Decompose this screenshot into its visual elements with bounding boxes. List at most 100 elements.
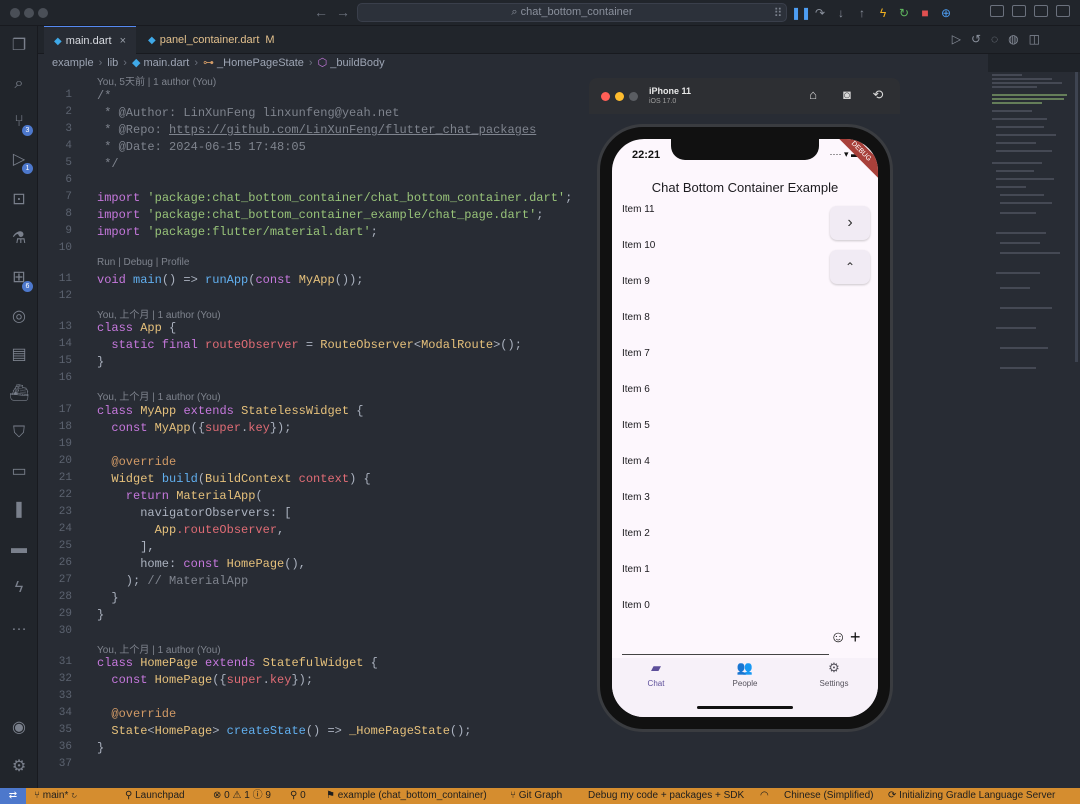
compare-icon[interactable]: ◍ xyxy=(1008,32,1018,46)
back-arrow-icon[interactable]: ← xyxy=(314,4,328,20)
status-bar: ⇄ ⑂ main* ↻ ⚲ Launchpad ⊗ 0 ⚠ 1 ⓘ 9 ⚲ 0 … xyxy=(0,788,1080,804)
dart-file-icon: ◆ xyxy=(54,36,62,47)
code-line: class App { xyxy=(97,321,177,335)
add-icon[interactable]: + xyxy=(850,627,861,648)
home-icon[interactable]: ⌂ xyxy=(805,87,821,103)
stop-icon[interactable]: ■ xyxy=(917,5,933,21)
rotate-icon[interactable]: ⟲ xyxy=(870,87,886,103)
editor-actions: ▷ ↺ ◌ ◍ ◫ xyxy=(952,32,1040,46)
close-icon[interactable]: × xyxy=(120,35,126,47)
list-item[interactable]: Item 0 xyxy=(622,600,650,611)
tab-main-dart[interactable]: ◆ main.dart × xyxy=(44,26,136,54)
debug-mode-button[interactable]: Debug my code + packages + SDK xyxy=(588,788,744,804)
message-input[interactable] xyxy=(622,654,829,655)
codelens-blame[interactable]: You, 上个月 | 1 author (You) xyxy=(97,641,221,656)
branch-indicator[interactable]: ⑂ main* ↻ xyxy=(34,788,77,804)
step-over-icon[interactable]: ↷ xyxy=(812,5,828,21)
codelens-blame[interactable]: You, 上个月 | 1 author (You) xyxy=(97,388,221,403)
list-item[interactable]: Item 4 xyxy=(622,456,650,467)
chat-icon: ▰ xyxy=(651,660,661,675)
restart-icon[interactable]: ↻ xyxy=(896,5,912,21)
list-item[interactable]: Item 11 xyxy=(622,204,655,215)
code-line: */ xyxy=(97,157,119,171)
dart-file-icon: ◆ xyxy=(148,35,156,46)
testing-icon[interactable]: ⚗ xyxy=(9,229,29,249)
search-icon[interactable]: ⌕ xyxy=(9,74,29,94)
bookmark-icon[interactable]: ❚ xyxy=(9,500,29,520)
customize-layout-icon[interactable] xyxy=(1056,5,1070,17)
codelens-blame[interactable]: You, 5天前 | 1 author (You) xyxy=(97,73,216,88)
gitlab-icon[interactable]: ⛉ xyxy=(9,423,29,443)
gear-icon[interactable]: ⚙ xyxy=(9,757,29,777)
code-line: Widget build(BuildContext context) { xyxy=(97,472,371,486)
window-close-button[interactable] xyxy=(10,8,20,18)
language-indicator[interactable]: Chinese (Simplified) xyxy=(784,788,873,804)
toggle-secondary-sidebar-icon[interactable] xyxy=(1034,5,1048,17)
nav-item-people[interactable]: 👥 People xyxy=(701,658,789,688)
book-icon[interactable]: ▤ xyxy=(9,345,29,365)
emoji-icon[interactable]: ☺ xyxy=(830,629,846,647)
problems-indicator[interactable]: ⊗ 0 ⚠ 1 ⓘ 9 xyxy=(213,788,271,804)
list-item[interactable]: Item 1 xyxy=(622,564,650,575)
screenshot-icon[interactable]: ◙ xyxy=(839,87,855,103)
forward-arrow-icon[interactable]: → xyxy=(336,4,350,20)
window-icon[interactable]: ▭ xyxy=(9,462,29,482)
docker-icon[interactable]: ⛴ xyxy=(9,384,29,404)
launchpad-button[interactable]: ⚲ Launchpad xyxy=(125,788,185,804)
code-line: @override xyxy=(97,455,177,469)
codelens-run-debug[interactable]: Run | Debug | Profile xyxy=(97,257,189,268)
list-item[interactable]: Item 6 xyxy=(622,384,650,395)
inspect-icon[interactable]: ⊕ xyxy=(938,5,954,21)
debug-console-icon[interactable]: ◎ xyxy=(9,307,29,327)
sim-minimize-button[interactable] xyxy=(615,92,624,101)
hot-reload-icon[interactable]: ϟ xyxy=(875,5,891,21)
ports-indicator[interactable]: ⚲ 0 xyxy=(290,788,306,804)
code-line: App.routeObserver, xyxy=(97,523,285,537)
gear-icon: ⚙ xyxy=(828,660,840,675)
minimap[interactable] xyxy=(988,72,1080,788)
list-item[interactable]: Item 9 xyxy=(622,276,650,287)
step-out-icon[interactable]: ↑ xyxy=(854,5,870,21)
remote-indicator-icon[interactable]: ⇄ xyxy=(0,788,26,804)
nav-item-settings[interactable]: ⚙ Settings xyxy=(790,658,878,688)
phone-screen: 22:21 ···· ▾ ▬ DEBUG Chat Bottom Contain… xyxy=(612,139,878,717)
nav-item-chat[interactable]: ▰ Chat xyxy=(612,658,700,688)
flutter-project[interactable]: ⚑ example (chat_bottom_container) xyxy=(326,788,487,804)
command-center-search[interactable]: ⌕ chat_bottom_container xyxy=(357,3,787,22)
list-item[interactable]: Item 2 xyxy=(622,528,650,539)
step-into-icon[interactable]: ↓ xyxy=(833,5,849,21)
pause-icon[interactable]: ❚❚ xyxy=(791,5,811,21)
explorer-icon[interactable]: ❐ xyxy=(9,36,29,56)
list-item[interactable]: Item 7 xyxy=(622,348,650,359)
history-icon[interactable]: ↺ xyxy=(971,32,981,46)
split-editor-icon[interactable]: ◫ xyxy=(1029,32,1040,46)
gitlens-icon[interactable]: ◌ xyxy=(991,32,998,46)
people-icon: 👥 xyxy=(736,660,754,675)
toggle-panel-icon[interactable] xyxy=(1012,5,1026,17)
remote-explorer-icon[interactable]: ⊡ xyxy=(9,190,29,210)
broadcast-icon[interactable]: ◠ xyxy=(760,788,769,804)
window-zoom-button[interactable] xyxy=(38,8,48,18)
sim-zoom-button[interactable] xyxy=(629,92,638,101)
next-button[interactable]: › xyxy=(830,206,870,240)
window-minimize-button[interactable] xyxy=(24,8,34,18)
run-icon[interactable]: ▷ xyxy=(952,32,961,46)
scroll-up-button[interactable]: ⌃ xyxy=(830,250,870,284)
repo-link[interactable]: https://github.com/LinXunFeng/flutter_ch… xyxy=(169,123,536,137)
lightning-icon[interactable]: ϟ xyxy=(9,578,29,598)
list-item[interactable]: Item 10 xyxy=(622,240,655,251)
gradle-status[interactable]: ⟳ Initializing Gradle Language Server xyxy=(888,788,1055,804)
list-item[interactable]: Item 3 xyxy=(622,492,650,503)
sim-close-button[interactable] xyxy=(601,92,610,101)
list-item[interactable]: Item 8 xyxy=(622,312,650,323)
tab-panel-container-dart[interactable]: ◆ panel_container.dart M xyxy=(138,26,288,54)
toggle-sidebar-icon[interactable] xyxy=(990,5,1004,17)
folder-icon[interactable]: ▬ xyxy=(9,539,29,559)
code-line: import 'package:chat_bottom_container/ch… xyxy=(97,191,573,205)
codelens-blame[interactable]: You, 上个月 | 1 author (You) xyxy=(97,306,221,321)
git-graph-button[interactable]: ⑂ Git Graph xyxy=(510,788,562,804)
drag-handle-icon[interactable]: ⠿ xyxy=(770,5,786,21)
account-icon[interactable]: ◉ xyxy=(9,718,29,738)
list-item[interactable]: Item 5 xyxy=(622,420,650,431)
more-icon[interactable]: … xyxy=(9,616,29,636)
